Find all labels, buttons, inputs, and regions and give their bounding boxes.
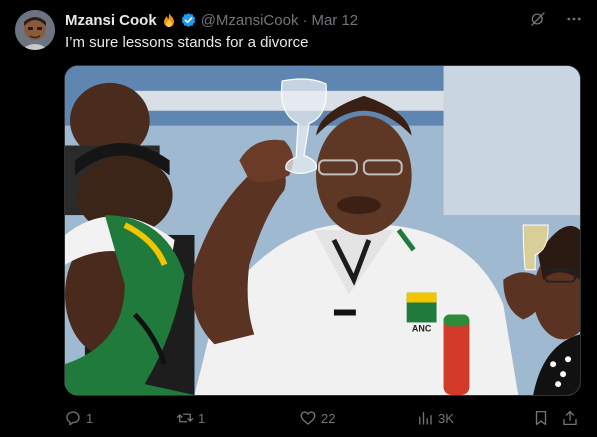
- tweet-header: Mzansi Cook @MzansiCook · Mar 12: [65, 10, 358, 30]
- views-button[interactable]: 3K: [416, 406, 454, 430]
- heart-icon: [300, 411, 316, 425]
- repost-button[interactable]: 1: [176, 406, 205, 430]
- views-icon: [419, 412, 432, 425]
- reply-button[interactable]: 1: [64, 406, 93, 430]
- display-name[interactable]: Mzansi Cook: [65, 12, 157, 29]
- avatar-illustration: [15, 10, 55, 50]
- tweet-media-photo[interactable]: ANC: [64, 65, 581, 396]
- like-count: 22: [321, 410, 336, 426]
- reply-count: 1: [86, 410, 94, 426]
- repost-icon: [176, 413, 194, 423]
- fire-emoji-icon: [161, 12, 177, 28]
- more-icon[interactable]: [565, 10, 583, 28]
- photo-illustration: ANC: [65, 66, 580, 395]
- verified-icon[interactable]: [180, 12, 197, 29]
- separator-dot: ·: [302, 11, 308, 29]
- avatar[interactable]: [15, 10, 55, 50]
- tweet[interactable]: Mzansi Cook @MzansiCook · Mar 12 I’m sur…: [0, 0, 597, 437]
- tweet-text: I’m sure lessons stands for a divorce: [65, 34, 309, 51]
- share-button[interactable]: [561, 406, 579, 430]
- tweet-actions: 1 1 22 3K: [64, 406, 581, 430]
- grok-icon[interactable]: [529, 10, 547, 28]
- reply-icon: [66, 411, 80, 426]
- views-count: 3K: [438, 410, 454, 426]
- like-button[interactable]: 22: [299, 406, 335, 430]
- tweet-top-actions: [529, 10, 583, 28]
- repost-count: 1: [198, 410, 206, 426]
- tweet-date[interactable]: Mar 12: [311, 12, 358, 29]
- bookmark-button[interactable]: [532, 406, 550, 430]
- handle[interactable]: @MzansiCook: [201, 12, 299, 29]
- bookmark-icon: [535, 410, 547, 426]
- share-icon: [563, 410, 577, 426]
- anc-logo-text: ANC: [412, 323, 432, 333]
